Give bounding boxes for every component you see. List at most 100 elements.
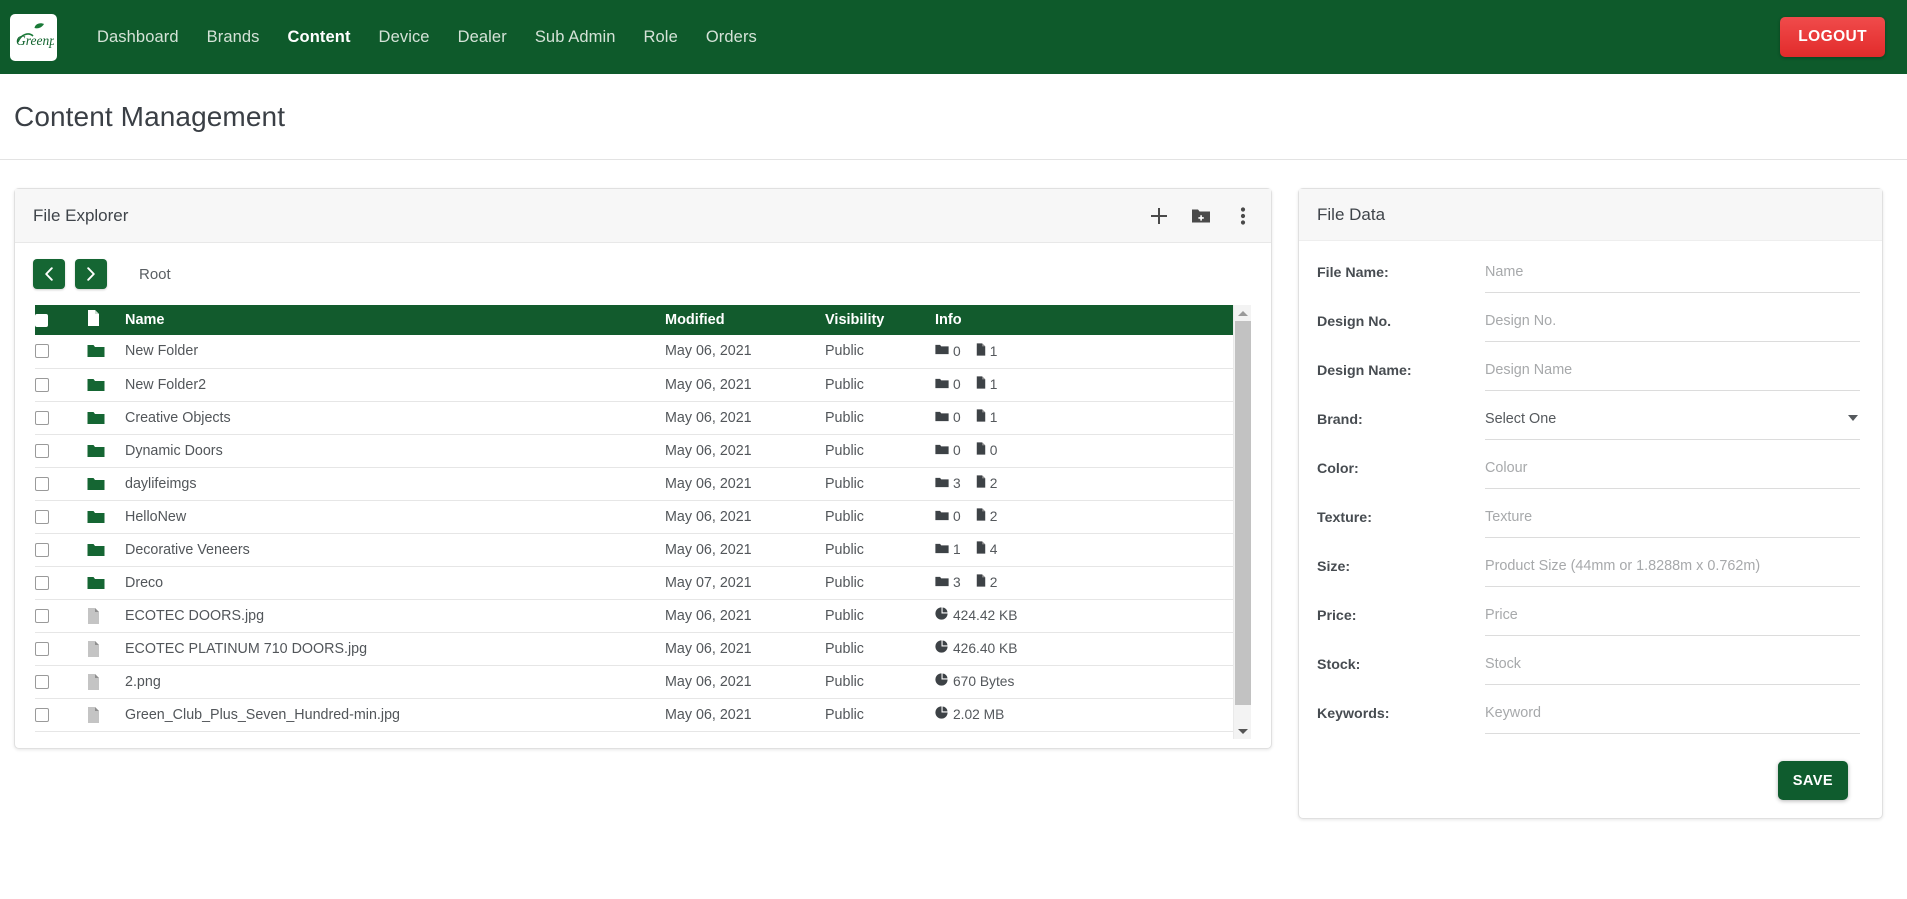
file-name-input[interactable] (1485, 264, 1860, 280)
nav-item-dashboard[interactable]: Dashboard (83, 20, 193, 55)
row-name[interactable]: ECOTEC PLATINUM 710 DOORS.jpg (125, 632, 665, 665)
column-header-modified[interactable]: Modified (665, 305, 825, 335)
navigate-forward-button[interactable] (75, 259, 107, 289)
breadcrumb-path[interactable]: Root (139, 266, 171, 283)
row-type-cell (87, 500, 125, 533)
design-no-input[interactable] (1485, 313, 1860, 329)
row-type-cell (87, 632, 125, 665)
childfile-count-value: 4 (989, 542, 998, 557)
file-count-icon (976, 343, 986, 360)
row-checkbox[interactable] (35, 674, 49, 689)
nav-item-role[interactable]: Role (630, 20, 692, 55)
row-info: 02 (935, 500, 1235, 533)
row-name[interactable]: Creative Objects (125, 401, 665, 434)
column-header-info[interactable]: Info (935, 305, 1235, 335)
row-checkbox[interactable] (35, 443, 49, 458)
row-info: 424.42 KB (935, 599, 1235, 632)
row-info: 670 Bytes (935, 665, 1235, 698)
row-name[interactable]: Dynamic Doors (125, 434, 665, 467)
nav-item-content[interactable]: Content (274, 20, 365, 55)
scroll-down-button[interactable] (1234, 723, 1252, 739)
row-visibility: Public (825, 475, 864, 492)
more-options-icon[interactable] (1229, 202, 1257, 230)
row-name[interactable]: Green_Club_Plus_Seven_Hundred-min.jpg (125, 698, 665, 731)
row-name[interactable]: daylifeimgs (125, 467, 665, 500)
nav-item-device[interactable]: Device (365, 20, 444, 55)
greenply-logo[interactable]: Greenply (10, 13, 57, 61)
color-input[interactable] (1485, 460, 1860, 476)
row-checkbox[interactable] (35, 377, 49, 392)
row-checkbox[interactable] (35, 641, 49, 656)
table-row[interactable]: Decorative Veneers May 06, 2021 Public 1 4 (35, 533, 1235, 566)
scroll-up-button[interactable] (1234, 305, 1252, 321)
info-size: 424.42 KB (935, 607, 1235, 624)
design-name-input[interactable] (1485, 362, 1860, 378)
file-count-icon (976, 574, 986, 591)
row-name[interactable]: 2.png (125, 665, 665, 698)
nav-item-orders[interactable]: Orders (692, 20, 771, 55)
column-header-name[interactable]: Name (125, 305, 665, 335)
column-header-visibility[interactable]: Visibility (825, 305, 935, 335)
logout-button[interactable]: LOGOUT (1780, 17, 1885, 57)
field-wrapper-brand: Select One (1485, 410, 1860, 440)
row-name[interactable]: New Folder2 (125, 368, 665, 401)
field-row-size: Size: (1317, 557, 1860, 587)
create-new-folder-icon[interactable] (1187, 202, 1215, 230)
page-title-bar: Content Management (0, 74, 1907, 160)
save-button[interactable]: SAVE (1777, 761, 1848, 800)
field-row-brand: Brand: Select One (1317, 410, 1860, 440)
brand-select[interactable]: Select One (1485, 411, 1860, 427)
select-all-checkbox[interactable] (35, 313, 48, 327)
field-row-design-no: Design No. (1317, 312, 1860, 342)
row-name[interactable]: Decorative Veneers (125, 533, 665, 566)
subfolder-count-value: 3 (953, 575, 961, 590)
row-checkbox[interactable] (35, 707, 49, 722)
row-name[interactable]: ECOTEC DOORS.jpg (125, 599, 665, 632)
row-checkbox[interactable] (35, 410, 49, 425)
nav-item-brands[interactable]: Brands (193, 20, 274, 55)
row-name[interactable]: New Folder (125, 335, 665, 368)
table-row[interactable]: daylifeimgs May 06, 2021 Public 3 2 (35, 467, 1235, 500)
size-input[interactable] (1485, 558, 1860, 574)
table-row[interactable]: HelloNew May 06, 2021 Public 0 2 (35, 500, 1235, 533)
chevron-down-icon (1238, 728, 1248, 734)
row-select-cell (35, 632, 87, 665)
row-checkbox[interactable] (35, 509, 49, 524)
row-modified: May 06, 2021 (665, 673, 752, 690)
texture-input[interactable] (1485, 509, 1860, 525)
row-checkbox[interactable] (35, 575, 49, 590)
subfolder-count: 0 (935, 377, 961, 393)
table-row[interactable]: ECOTEC DOORS.jpg May 06, 2021 Public 424.42… (35, 599, 1235, 632)
row-checkbox[interactable] (35, 344, 49, 359)
row-checkbox[interactable] (35, 542, 49, 557)
row-checkbox[interactable] (35, 476, 49, 491)
table-row[interactable]: Creative Objects May 06, 2021 Public 0 1 (35, 401, 1235, 434)
add-icon[interactable] (1145, 202, 1173, 230)
file-list-scrollbar[interactable] (1233, 305, 1251, 739)
nav-item-sub-admin[interactable]: Sub Admin (521, 20, 630, 55)
field-label-size: Size: (1317, 559, 1351, 575)
stock-input[interactable] (1485, 656, 1860, 672)
nav-links: Dashboard Brands Content Device Dealer S… (83, 20, 771, 55)
navigate-back-button[interactable] (33, 259, 65, 289)
row-select-cell (35, 566, 87, 599)
table-row[interactable]: New Folder2 May 06, 2021 Public 0 1 (35, 368, 1235, 401)
table-row[interactable]: Green_Club_Plus_Seven_Hundred-min.jpg May… (35, 698, 1235, 731)
table-row[interactable]: ECOTEC PLATINUM 710 DOORS.jpg May 06, 202… (35, 632, 1235, 665)
table-row[interactable]: 2.png May 06, 2021 Public 670 Bytes (35, 665, 1235, 698)
table-row[interactable]: Dynamic Doors May 06, 2021 Public 0 0 (35, 434, 1235, 467)
nav-item-dealer[interactable]: Dealer (444, 20, 521, 55)
row-type-cell (87, 566, 125, 599)
table-row[interactable]: Dreco May 07, 2021 Public 3 2 (35, 566, 1235, 599)
price-input[interactable] (1485, 607, 1860, 623)
keywords-input[interactable] (1485, 705, 1860, 721)
row-name[interactable]: HelloNew (125, 500, 665, 533)
folder-icon (87, 378, 125, 392)
row-checkbox[interactable] (35, 608, 49, 623)
scrollbar-thumb[interactable] (1235, 321, 1251, 705)
field-wrapper-size (1485, 557, 1860, 587)
row-name[interactable]: Dreco (125, 566, 665, 599)
childfile-count: 1 (976, 376, 997, 393)
row-select-cell (35, 434, 87, 467)
table-row[interactable]: New Folder May 06, 2021 Public 0 1 (35, 335, 1235, 368)
